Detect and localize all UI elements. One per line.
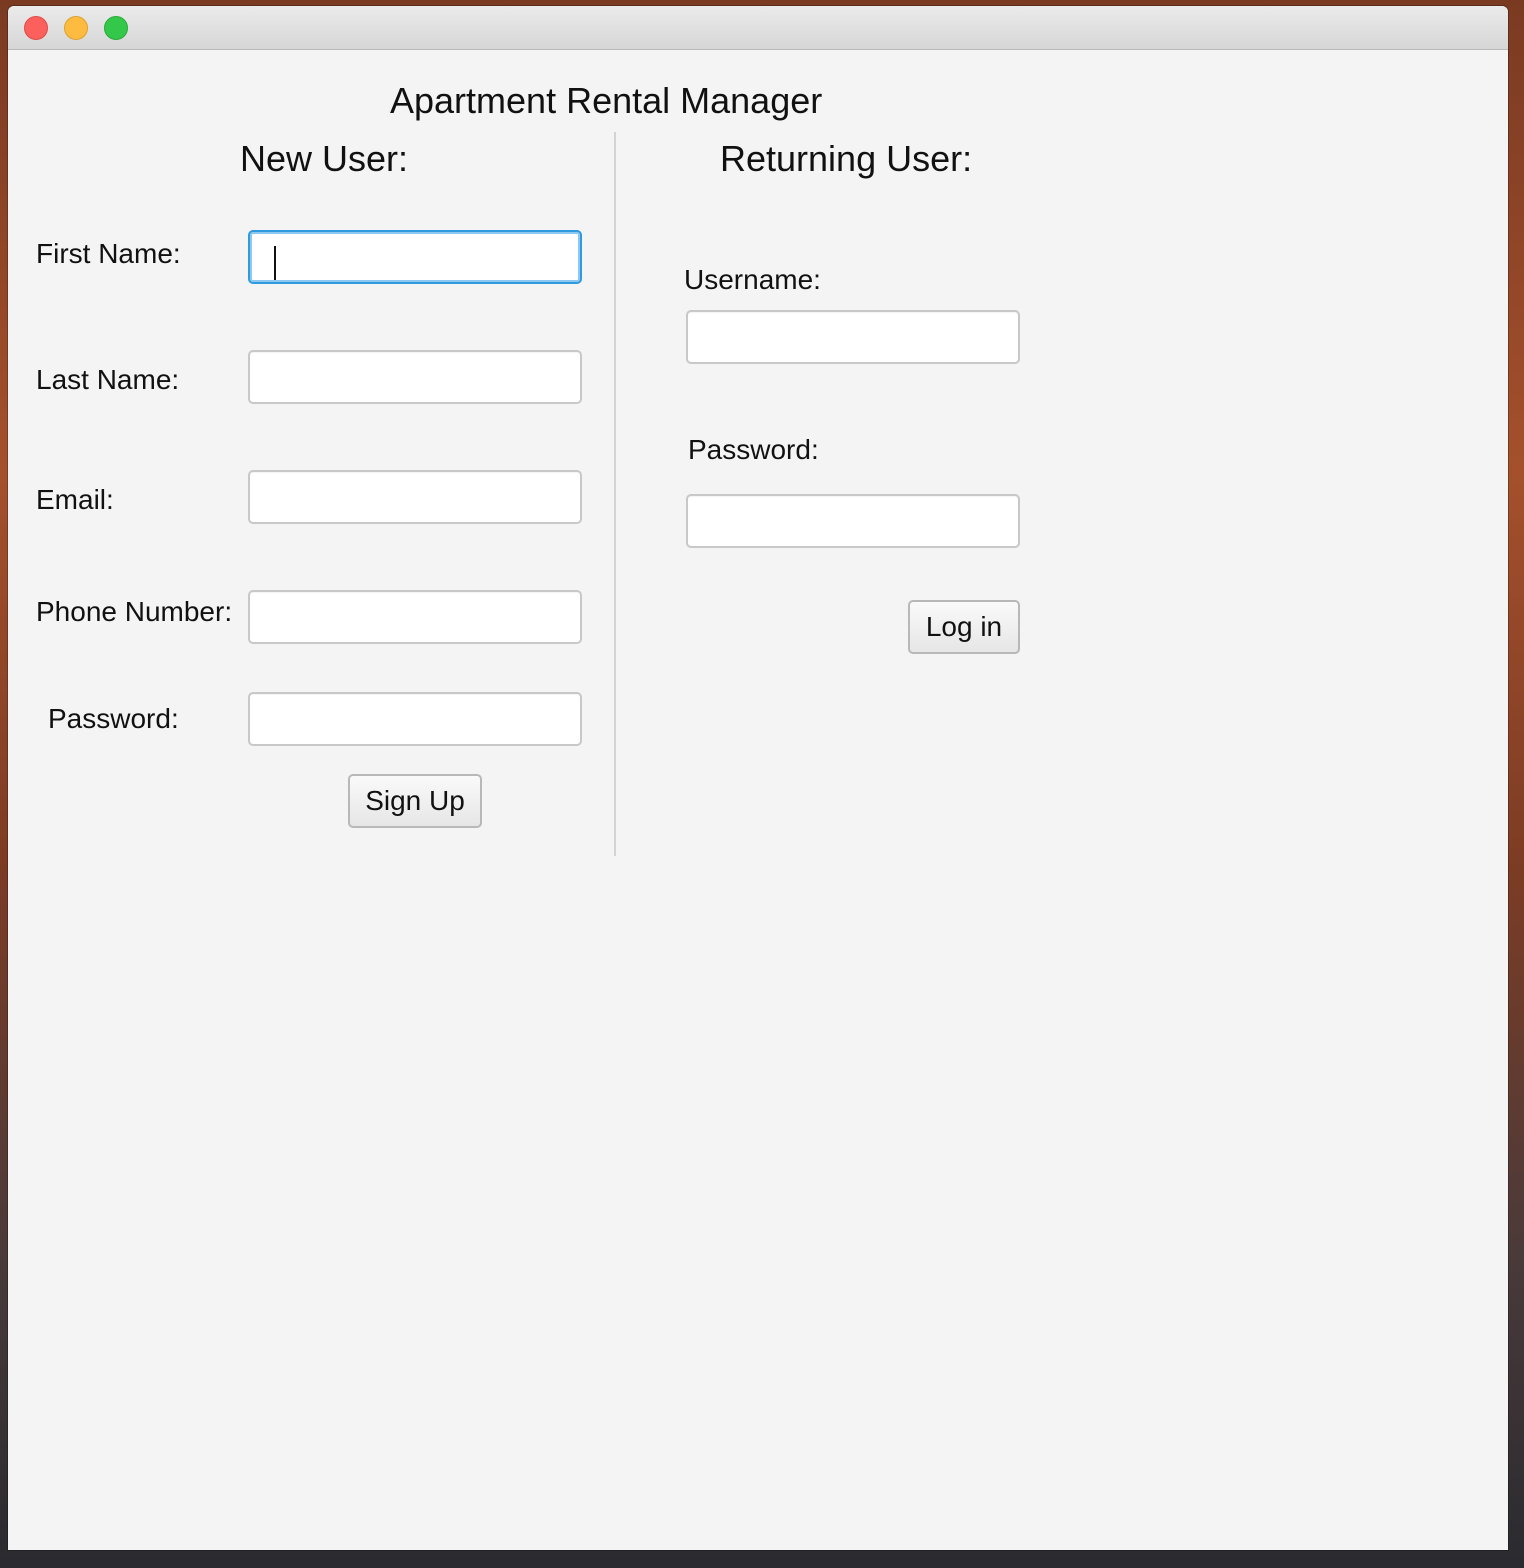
minimize-window-button[interactable] [64, 16, 88, 40]
username-label: Username: [684, 264, 821, 295]
phone-number-field[interactable] [248, 590, 582, 644]
new-user-password-label: Password: [48, 703, 179, 734]
first-name-label: First Name: [36, 238, 181, 269]
last-name-label: Last Name: [36, 364, 180, 395]
email-field[interactable] [248, 470, 582, 524]
last-name-field[interactable] [248, 350, 582, 404]
close-window-button[interactable] [24, 16, 48, 40]
log-in-button[interactable]: Log in [908, 600, 1020, 654]
returning-user-password-label: Password: [688, 434, 819, 465]
section-divider [614, 132, 616, 856]
returning-user-password-field[interactable] [686, 494, 1020, 548]
first-name-field[interactable] [248, 230, 582, 284]
returning-user-heading: Returning User: [720, 138, 973, 179]
username-field[interactable] [686, 310, 1020, 364]
main-content: Apartment Rental Manager New User: First… [8, 50, 1508, 1550]
phone-number-label: Phone Number: [36, 596, 233, 627]
app-title: Apartment Rental Manager [390, 80, 823, 121]
email-label: Email: [36, 484, 114, 515]
app-window: Apartment Rental Manager New User: First… [8, 6, 1508, 1550]
text-caret [274, 246, 276, 280]
sign-up-button[interactable]: Sign Up [348, 774, 482, 828]
new-user-heading: New User: [240, 138, 409, 179]
new-user-password-field[interactable] [248, 692, 582, 746]
title-bar[interactable] [8, 6, 1508, 50]
maximize-window-button[interactable] [104, 16, 128, 40]
